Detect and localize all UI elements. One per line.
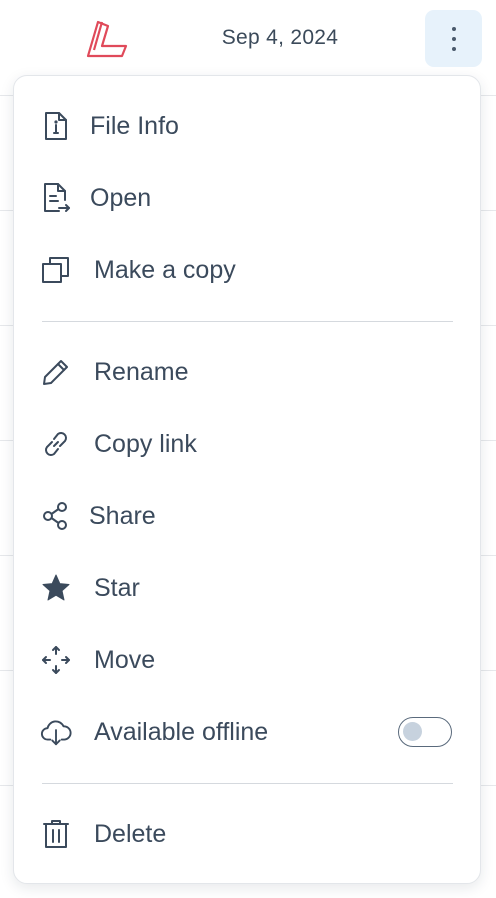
menu-item-star[interactable]: Star	[14, 558, 480, 618]
cloud-download-icon	[40, 716, 72, 748]
menu-item-label: Make a copy	[94, 255, 236, 284]
open-file-icon	[40, 182, 72, 214]
menu-item-label: Rename	[94, 357, 189, 386]
file-context-menu: File Info Open Make a copy Rename Copy l…	[13, 75, 481, 884]
menu-item-available-offline[interactable]: Available offline	[14, 702, 480, 762]
more-options-button[interactable]	[425, 10, 482, 67]
menu-item-make-copy[interactable]: Make a copy	[14, 240, 480, 300]
menu-item-open[interactable]: Open	[14, 168, 480, 228]
toggle-knob	[403, 722, 422, 741]
menu-divider	[42, 783, 453, 784]
move-icon	[40, 644, 72, 676]
pencil-icon	[40, 356, 72, 388]
menu-item-share[interactable]: Share	[14, 486, 480, 546]
menu-item-label: Open	[90, 183, 152, 212]
menu-item-label: File Info	[90, 111, 179, 140]
menu-item-label: Available offline	[94, 717, 269, 746]
file-info-icon	[40, 110, 72, 142]
menu-item-label: Delete	[94, 819, 167, 848]
menu-divider	[42, 321, 453, 322]
file-date: Sep 4, 2024	[221, 26, 339, 49]
star-icon	[40, 572, 72, 604]
copy-icon	[40, 254, 72, 286]
link-icon	[40, 428, 72, 460]
menu-item-move[interactable]: Move	[14, 630, 480, 690]
menu-item-label: Share	[89, 501, 156, 530]
menu-item-label: Star	[94, 573, 140, 602]
trash-icon	[40, 818, 72, 850]
more-vertical-icon	[451, 26, 456, 51]
menu-item-delete[interactable]: Delete	[14, 804, 480, 864]
menu-item-rename[interactable]: Rename	[14, 342, 480, 402]
offline-toggle[interactable]	[398, 717, 452, 747]
menu-item-label: Move	[94, 645, 156, 674]
share-icon	[40, 500, 72, 532]
menu-item-copy-link[interactable]: Copy link	[14, 414, 480, 474]
menu-item-file-info[interactable]: File Info	[14, 96, 480, 156]
page: Sep 4, 2024 File Info Open Make a copy R…	[0, 0, 496, 898]
menu-item-label: Copy link	[94, 429, 197, 458]
